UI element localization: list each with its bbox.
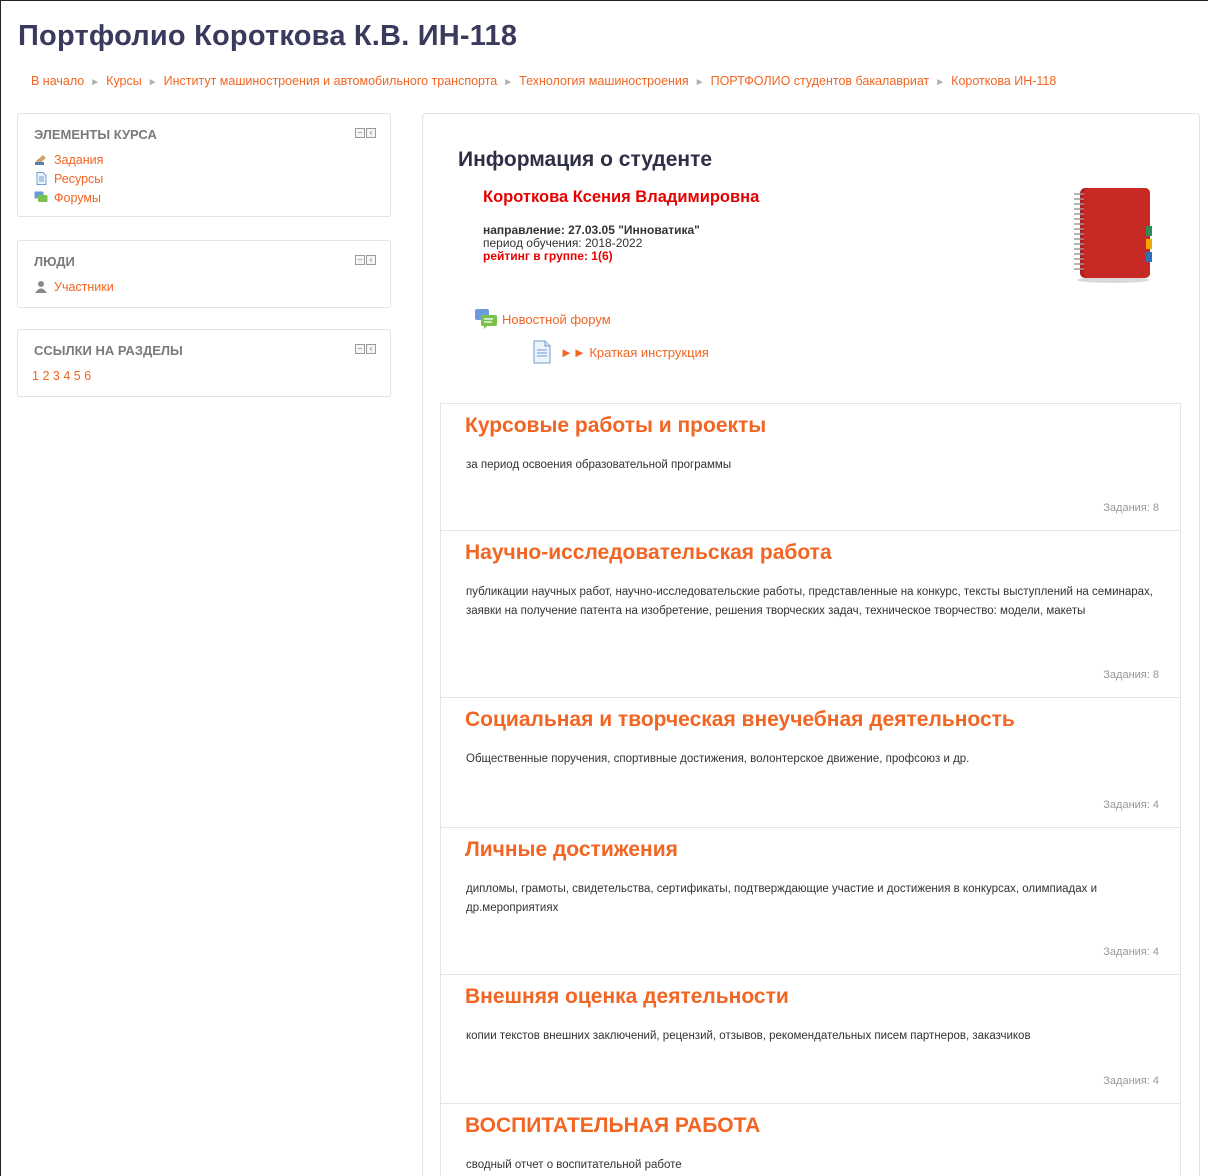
- block-title: ЛЮДИ: [34, 254, 75, 269]
- topic-summary: сводный отчет о воспитательной работе: [466, 1159, 682, 1171]
- section-link-3[interactable]: 3: [53, 369, 60, 383]
- breadcrumb-separator-icon: ►: [694, 77, 705, 88]
- topic-summary: за период освоения образовательной прогр…: [466, 459, 732, 471]
- breadcrumb-separator-icon: ►: [935, 77, 946, 88]
- topic-title[interactable]: ВОСПИТАТЕЛЬНАЯ РАБОТА: [465, 1114, 760, 1138]
- forum-icon: [34, 191, 48, 204]
- breadcrumb-portfolio[interactable]: ПОРТФОЛИО студентов бакалавриат: [711, 74, 930, 88]
- course-elements-list: Задания Ресурсы Форумы: [34, 150, 103, 207]
- dock-icon[interactable]: ‹: [366, 128, 376, 138]
- dock-icon[interactable]: ‹: [366, 255, 376, 265]
- topic-title[interactable]: Внешняя оценка деятельности: [465, 985, 789, 1009]
- block-section-links: ССЫЛКИ НА РАЗДЕЛЫ – ‹ 1 2 3 4 5 6: [17, 329, 391, 397]
- page-title: Портфолио Короткова К.В. ИН-118: [18, 20, 518, 52]
- breadcrumb-department[interactable]: Технология машиностроения: [519, 74, 689, 88]
- section-links: 1 2 3 4 5 6: [32, 369, 91, 383]
- topic-section-1: Курсовые работы и проекты за период осво…: [440, 403, 1181, 531]
- breadcrumb-courses[interactable]: Курсы: [106, 74, 142, 88]
- block-title: ССЫЛКИ НА РАЗДЕЛЫ: [34, 343, 183, 358]
- section-link-5[interactable]: 5: [74, 369, 81, 383]
- topic-title[interactable]: Социальная и творческая внеучебная деяте…: [465, 708, 1015, 732]
- sidebar-item-forums[interactable]: Форумы: [34, 188, 103, 207]
- forum-icon: [474, 308, 498, 330]
- topic-section-4: Личные достижения дипломы, грамоты, свид…: [440, 827, 1181, 975]
- news-forum-item[interactable]: Новостной форум: [474, 308, 611, 330]
- guide-item[interactable]: ►► Краткая инструкция: [532, 340, 709, 364]
- block-controls: – ‹: [355, 344, 376, 354]
- section-link-4[interactable]: 4: [63, 369, 70, 383]
- topic-section-3: Социальная и творческая внеучебная деяте…: [440, 697, 1181, 828]
- breadcrumb-separator-icon: ►: [147, 77, 158, 88]
- collapse-icon[interactable]: –: [355, 255, 365, 265]
- topic-assignment-count: Задания: 8: [1103, 502, 1159, 514]
- topic-title[interactable]: Личные достижения: [465, 838, 678, 862]
- section-link-1[interactable]: 1: [32, 369, 39, 383]
- topic-assignment-count: Задания: 4: [1103, 946, 1159, 958]
- topic-section-2: Научно-исследовательская работа публикац…: [440, 530, 1181, 698]
- breadcrumb-current[interactable]: Короткова ИН-118: [951, 74, 1056, 88]
- block-controls: – ‹: [355, 128, 376, 138]
- participants-icon: [34, 280, 48, 293]
- sidebar-item-assignments[interactable]: Задания: [34, 150, 103, 169]
- breadcrumb: В начало ► Курсы ► Институт машиностроения и…: [31, 74, 1056, 88]
- breadcrumb-institute[interactable]: Институт машиностроения и автомобильного…: [164, 74, 498, 88]
- block-title: ЭЛЕМЕНТЫ КУРСА: [34, 127, 157, 142]
- breadcrumb-home[interactable]: В начало: [31, 74, 84, 88]
- student-name: Короткова Ксения Владимировна: [483, 188, 760, 206]
- topic-summary: копии текстов внешних заключений, реценз…: [466, 1030, 1031, 1042]
- news-forum-link[interactable]: Новостной форум: [502, 312, 611, 327]
- topic-section-5: Внешняя оценка деятельности копии тексто…: [440, 974, 1181, 1104]
- topic-title[interactable]: Научно-исследовательская работа: [465, 541, 832, 565]
- topic-assignment-count: Задания: 4: [1103, 799, 1159, 811]
- topic-summary: публикации научных работ, научно-исследо…: [466, 586, 1153, 617]
- sidebar-item-label[interactable]: Форумы: [54, 191, 101, 205]
- sidebar-item-label[interactable]: Задания: [54, 153, 103, 167]
- block-course-elements: ЭЛЕМЕНТЫ КУРСА – ‹ Задания Ресурсы Форум…: [17, 113, 391, 217]
- student-meta: направление: 27.03.05 "Инноватика" перио…: [483, 224, 700, 263]
- document-icon: [532, 340, 552, 364]
- portfolio-book-image: [1068, 184, 1158, 284]
- student-info-heading: Информация о студенте: [458, 148, 713, 171]
- collapse-icon[interactable]: –: [355, 344, 365, 354]
- topic-summary: дипломы, грамоты, свидетельства, сертифи…: [466, 883, 1097, 914]
- topic-section-6: ВОСПИТАТЕЛЬНАЯ РАБОТА сводный отчет о во…: [440, 1103, 1181, 1176]
- topic-assignment-count: Задания: 8: [1103, 669, 1159, 681]
- dock-icon[interactable]: ‹: [366, 344, 376, 354]
- breadcrumb-separator-icon: ►: [90, 77, 101, 88]
- topic-summary: Общественные поручения, спортивные дости…: [466, 753, 970, 765]
- sidebar-item-resources[interactable]: Ресурсы: [34, 169, 103, 188]
- topic-title[interactable]: Курсовые работы и проекты: [465, 414, 766, 438]
- block-people: ЛЮДИ – ‹ Участники: [17, 240, 391, 308]
- topic-assignment-count: Задания: 4: [1103, 1075, 1159, 1087]
- student-rating: рейтинг в группе: 1(6): [483, 249, 613, 263]
- resource-icon: [34, 172, 48, 185]
- collapse-icon[interactable]: –: [355, 128, 365, 138]
- section-link-6[interactable]: 6: [84, 369, 91, 383]
- guide-link[interactable]: ►► Краткая инструкция: [560, 345, 709, 360]
- assignment-icon: [34, 153, 48, 166]
- sidebar-item-participants[interactable]: Участники: [34, 277, 114, 296]
- breadcrumb-separator-icon: ►: [503, 77, 514, 88]
- sidebar-item-label[interactable]: Участники: [54, 280, 114, 294]
- sidebar-item-label[interactable]: Ресурсы: [54, 172, 103, 186]
- block-controls: – ‹: [355, 255, 376, 265]
- section-link-2[interactable]: 2: [42, 369, 49, 383]
- people-list: Участники: [34, 277, 114, 296]
